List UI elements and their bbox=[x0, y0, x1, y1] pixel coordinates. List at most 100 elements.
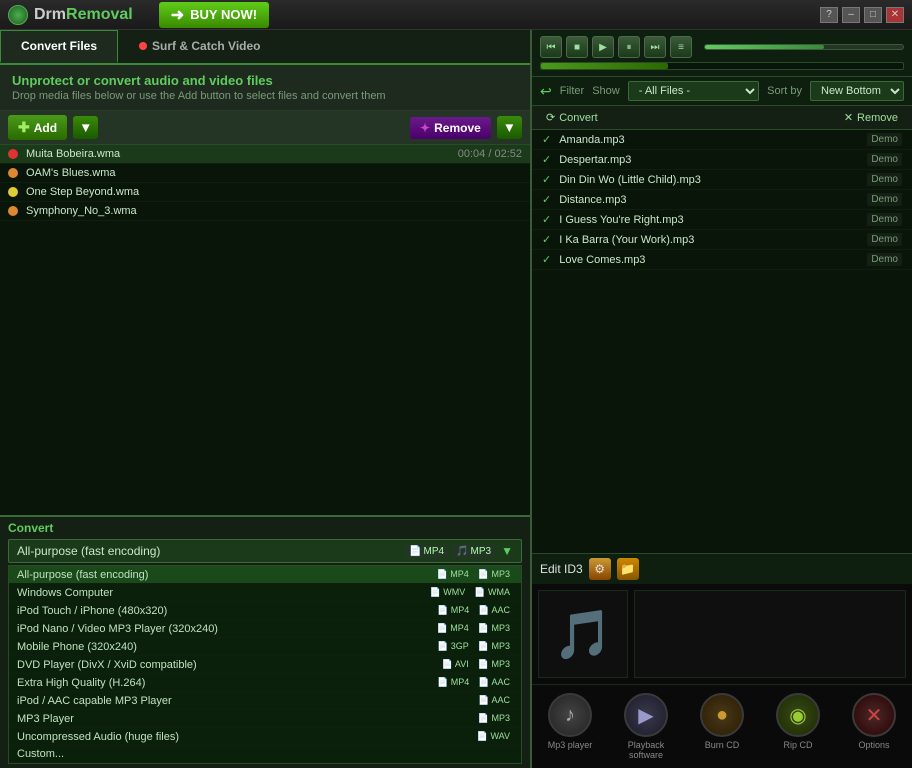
remove-label: Remove bbox=[434, 121, 481, 135]
right-file-name: I Ka Barra (Your Work).mp3 bbox=[559, 234, 867, 246]
minimize-button[interactable]: – bbox=[842, 7, 860, 23]
right-file-badge: Demo bbox=[867, 233, 902, 246]
edit-id3-settings-button[interactable]: ⚙ bbox=[589, 558, 611, 580]
right-file-name: Love Comes.mp3 bbox=[559, 254, 867, 266]
volume-slider[interactable] bbox=[704, 44, 904, 50]
format-row[interactable]: iPod Nano / Video MP3 Player (320x240) 📄… bbox=[9, 620, 521, 638]
bottom-btn-rip-cd[interactable]: ◉ Rip CD bbox=[768, 693, 828, 760]
right-file-item[interactable]: ✓ Amanda.mp3 Demo bbox=[532, 130, 912, 150]
more-button[interactable]: ≡ bbox=[670, 36, 692, 58]
format-row[interactable]: iPod Touch / iPhone (480x320) 📄 MP4📄 AAC bbox=[9, 602, 521, 620]
check-icon: ✓ bbox=[542, 253, 551, 266]
format-badge: 📄 AAC bbox=[475, 676, 513, 689]
format-row[interactable]: Mobile Phone (320x240) 📄 3GP📄 MP3 bbox=[9, 638, 521, 656]
format-row[interactable]: Custom... bbox=[9, 746, 521, 763]
buy-now-label: BUY NOW! bbox=[190, 7, 257, 22]
right-file-item[interactable]: ✓ Love Comes.mp3 Demo bbox=[532, 250, 912, 270]
format-row[interactable]: Uncompressed Audio (huge files) 📄 WAV bbox=[9, 728, 521, 746]
forward-button[interactable]: ⏭ bbox=[644, 36, 666, 58]
file-item[interactable]: One Step Beyond.wma bbox=[0, 183, 530, 202]
album-art: 🎵 bbox=[538, 590, 628, 678]
convert-header-title: Unprotect or convert audio and video fil… bbox=[12, 73, 518, 88]
convert-rt-label: Convert bbox=[559, 112, 598, 124]
help-button[interactable]: ? bbox=[820, 7, 838, 23]
stop-button[interactable]: ■ bbox=[566, 36, 588, 58]
show-select[interactable]: - All Files - bbox=[628, 81, 759, 101]
bottom-btn-burn-cd[interactable]: ● Burn CD bbox=[692, 693, 752, 760]
remove-rt-icon: ✕ bbox=[844, 111, 853, 124]
app-name-drm: Drm bbox=[34, 6, 66, 23]
play-button[interactable]: ▶ bbox=[592, 36, 614, 58]
file-dot bbox=[8, 168, 18, 178]
remove-dropdown-button[interactable]: ▼ bbox=[497, 116, 522, 139]
right-file-item[interactable]: ✓ Din Din Wo (Little Child).mp3 Demo bbox=[532, 170, 912, 190]
format-badge: 📄 MP4 bbox=[434, 568, 472, 581]
format-row-name: Custom... bbox=[17, 748, 513, 760]
file-item[interactable]: Muita Bobeira.wma 00:04 / 02:52 bbox=[0, 145, 530, 164]
maximize-button[interactable]: □ bbox=[864, 7, 882, 23]
file-item[interactable]: Symphony_No_3.wma bbox=[0, 202, 530, 221]
tab-surf-catch[interactable]: Surf & Catch Video bbox=[118, 30, 281, 63]
burn-cd-label: Burn CD bbox=[705, 740, 740, 750]
mp3-player-icon: ♪ bbox=[548, 693, 592, 737]
format-row-name: All-purpose (fast encoding) bbox=[17, 569, 434, 581]
format-row-name: MP3 Player bbox=[17, 713, 475, 725]
convert-rt-button[interactable]: ⟳ Convert bbox=[540, 109, 604, 126]
format-row[interactable]: All-purpose (fast encoding) 📄 MP4📄 MP3 bbox=[9, 566, 521, 584]
bottom-btn-mp3-player[interactable]: ♪ Mp3 player bbox=[540, 693, 600, 760]
remove-rt-button[interactable]: ✕ Remove bbox=[838, 109, 904, 126]
tab-convert-files[interactable]: Convert Files bbox=[0, 30, 118, 63]
file-dot bbox=[8, 206, 18, 216]
format-badge: 📄 AAC bbox=[475, 604, 513, 617]
format-badge: 📄 MP3 bbox=[475, 658, 513, 671]
format-badge: 📄 MP3 bbox=[475, 712, 513, 725]
bottom-btn-options[interactable]: ✕ Options bbox=[844, 693, 904, 760]
right-file-name: Amanda.mp3 bbox=[559, 134, 867, 146]
title-bar: DrmRemoval ➜ BUY NOW! ? – □ ✕ bbox=[0, 0, 912, 30]
format-row[interactable]: Extra High Quality (H.264) 📄 MP4📄 AAC bbox=[9, 674, 521, 692]
format-row[interactable]: Windows Computer 📄 WMV📄 WMA bbox=[9, 584, 521, 602]
format-selector[interactable]: All-purpose (fast encoding) 📄 MP4 🎵 MP3 … bbox=[8, 539, 522, 563]
fmt-badge-mp3: 🎵 MP3 bbox=[452, 545, 495, 558]
file-item[interactable]: OAM's Blues.wma bbox=[0, 164, 530, 183]
right-file-name: Din Din Wo (Little Child).mp3 bbox=[559, 174, 867, 186]
convert-section-label: Convert bbox=[8, 521, 522, 535]
format-badge: 📄 3GP bbox=[434, 640, 472, 653]
left-toolbar: ✚ Add ▼ ✦ Remove ▼ bbox=[0, 111, 530, 145]
sort-select[interactable]: New Bottom bbox=[810, 81, 904, 101]
format-row-badges: 📄 WAV bbox=[474, 730, 513, 743]
right-file-list: ✓ Amanda.mp3 Demo ✓ Despertar.mp3 Demo ✓… bbox=[532, 130, 912, 553]
right-file-badge: Demo bbox=[867, 133, 902, 146]
pause-button[interactable]: ⏸ bbox=[618, 36, 640, 58]
format-row[interactable]: MP3 Player 📄 MP3 bbox=[9, 710, 521, 728]
format-row[interactable]: DVD Player (DivX / XviD compatible) 📄 AV… bbox=[9, 656, 521, 674]
player-controls: ⏮ ■ ▶ ⏸ ⏭ ≡ bbox=[540, 36, 904, 58]
edit-id3-folder-button[interactable]: 📁 bbox=[617, 558, 639, 580]
mp3-player-label: Mp3 player bbox=[548, 740, 593, 750]
format-row-name: iPod Nano / Video MP3 Player (320x240) bbox=[17, 623, 434, 635]
rip-cd-icon: ◉ bbox=[776, 693, 820, 737]
format-row[interactable]: iPod / AAC capable MP3 Player 📄 AAC bbox=[9, 692, 521, 710]
filter-back-icon[interactable]: ↩ bbox=[540, 83, 552, 100]
file-dot bbox=[8, 149, 18, 159]
right-file-item[interactable]: ✓ I Ka Barra (Your Work).mp3 Demo bbox=[532, 230, 912, 250]
right-file-item[interactable]: ✓ Distance.mp3 Demo bbox=[532, 190, 912, 210]
buy-now-arrow: ➜ bbox=[171, 5, 184, 25]
close-button[interactable]: ✕ bbox=[886, 7, 904, 23]
right-file-badge: Demo bbox=[867, 253, 902, 266]
right-file-item[interactable]: ✓ I Guess You're Right.mp3 Demo bbox=[532, 210, 912, 230]
right-file-item[interactable]: ✓ Despertar.mp3 Demo bbox=[532, 150, 912, 170]
bottom-btn-playback[interactable]: ▶ Playback software bbox=[616, 693, 676, 760]
right-file-badge: Demo bbox=[867, 153, 902, 166]
remove-button[interactable]: ✦ Remove bbox=[410, 117, 491, 139]
buy-now-button[interactable]: ➜ BUY NOW! bbox=[159, 2, 269, 28]
right-file-badge: Demo bbox=[867, 193, 902, 206]
format-row-name: iPod / AAC capable MP3 Player bbox=[17, 695, 475, 707]
file-name: OAM's Blues.wma bbox=[26, 167, 522, 179]
add-button[interactable]: ✚ Add bbox=[8, 115, 67, 140]
progress-bar[interactable] bbox=[540, 62, 904, 70]
tabs: Convert Files Surf & Catch Video bbox=[0, 30, 530, 65]
file-name: One Step Beyond.wma bbox=[26, 186, 522, 198]
add-dropdown-button[interactable]: ▼ bbox=[73, 116, 98, 139]
rewind-button[interactable]: ⏮ bbox=[540, 36, 562, 58]
